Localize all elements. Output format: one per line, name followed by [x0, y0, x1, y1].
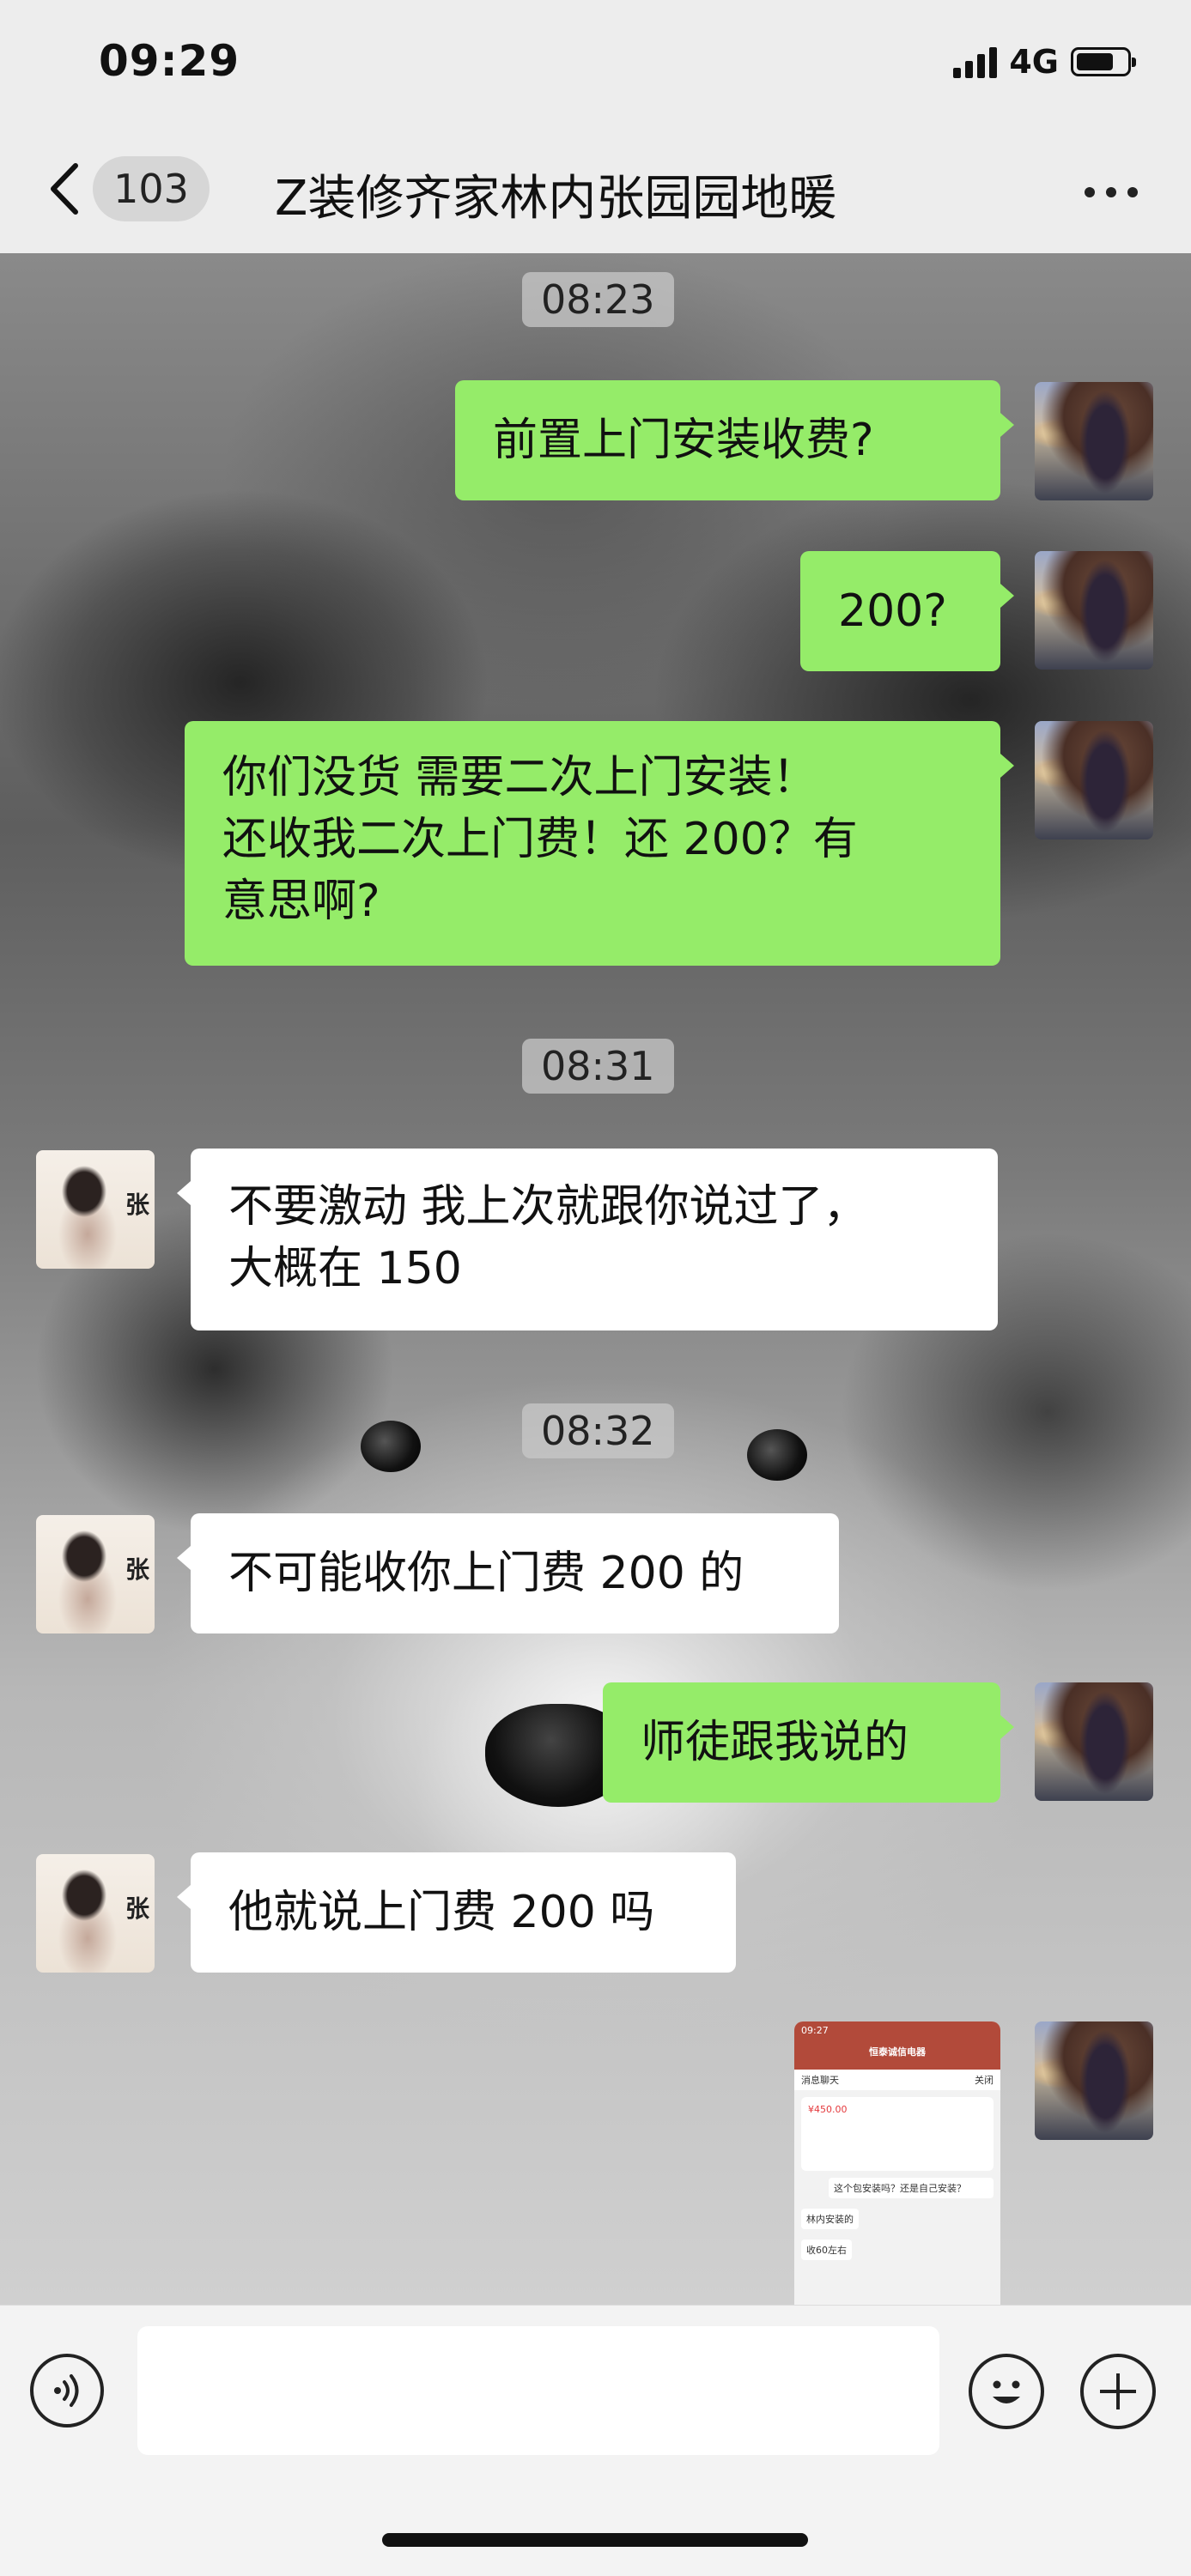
thumb-title: 恒泰诚信电器 — [869, 2046, 926, 2058]
thumb-right-label: 关闭 — [975, 2075, 994, 2086]
message-timestamp: 08:31 — [522, 1039, 674, 1094]
message-bubble-received[interactable]: 不要激动 我上次就跟你说过了， 大概在 150 — [177, 1149, 998, 1330]
avatar[interactable] — [1035, 382, 1153, 500]
message-bubble-received[interactable]: 他就说上门费 200 吗 — [177, 1852, 736, 1973]
chevron-left-icon[interactable] — [45, 159, 88, 219]
status-time: 09:29 — [99, 36, 240, 86]
signal-icon — [953, 45, 998, 78]
message-bubble-sent[interactable]: 200? — [800, 551, 1014, 671]
thumb-time: 09:27 — [801, 2025, 829, 2036]
avatar[interactable] — [1035, 721, 1153, 839]
avatar[interactable]: 张 — [36, 1150, 155, 1269]
thumb-tabs: 消息聊天 关闭 — [794, 2070, 1000, 2090]
message-text-line: 你们没货 需要二次上门安装！ — [222, 752, 817, 803]
message-timestamp: 08:23 — [522, 272, 674, 327]
voice-icon[interactable] — [30, 2354, 104, 2428]
emoji-icon[interactable] — [969, 2354, 1044, 2429]
message-text-line: 意思啊? — [222, 876, 380, 927]
battery-icon — [1071, 47, 1136, 76]
status-indicators: 4G — [953, 43, 1136, 81]
avatar[interactable] — [1035, 1682, 1153, 1801]
avatar[interactable]: 张 — [36, 1515, 155, 1633]
message-text-line: 不要激动 我上次就跟你说过了， — [228, 1181, 868, 1233]
avatar[interactable]: 张 — [36, 1854, 155, 1973]
chat-title: Z装修齐家林内张园园地暖 — [275, 171, 837, 227]
message-text: 师徒跟我说的 — [641, 1717, 909, 1768]
message-bubble-sent[interactable]: 师徒跟我说的 — [603, 1682, 1014, 1803]
avatar[interactable] — [1035, 2021, 1153, 2140]
thumb-reply: 林内安装的 — [801, 2209, 859, 2229]
message-text: 不可能收你上门费 200 的 — [228, 1548, 744, 1599]
home-indicator — [382, 2533, 808, 2547]
message-text: 200? — [838, 585, 947, 637]
message-text: 前置上门安装收费? — [493, 415, 874, 466]
thumb-header: 09:27 恒泰诚信电器 — [794, 2021, 1000, 2070]
thumb-product-card: ¥450.00 — [801, 2097, 994, 2171]
message-bubble-received[interactable]: 不可能收你上门费 200 的 — [177, 1513, 839, 1633]
thumb-left-label: 消息聊天 — [801, 2075, 839, 2086]
message-text: 他就说上门费 200 吗 — [228, 1887, 655, 1938]
avatar-char: 张 — [125, 1894, 150, 1923]
wallpaper-dog-eye-left — [361, 1421, 421, 1472]
avatar[interactable] — [1035, 551, 1153, 670]
avatar-char: 张 — [125, 1191, 150, 1219]
avatar-char: 张 — [125, 1555, 150, 1584]
status-bar: 09:29 4G — [0, 0, 1191, 129]
message-text-line: 还收我二次上门费！还 200？有 — [222, 814, 858, 865]
thumb-price: ¥450.00 — [808, 2104, 848, 2115]
message-bubble-sent[interactable]: 前置上门安装收费? — [455, 380, 1014, 500]
wallpaper-dog-eye-right — [747, 1429, 807, 1481]
message-bubble-sent[interactable]: 你们没货 需要二次上门安装！ 还收我二次上门费！还 200？有 意思啊? — [185, 721, 1014, 966]
chat-header: 103 Z装修齐家林内张园园地暖 — [0, 129, 1191, 253]
message-text-line: 大概在 150 — [228, 1243, 462, 1294]
shared-image-message[interactable]: 09:27 恒泰诚信电器 消息聊天 关闭 ¥450.00 这个包安装吗？还是自己… — [794, 2021, 1000, 2305]
network-label: 4G — [1009, 43, 1059, 81]
plus-icon[interactable] — [1080, 2354, 1156, 2429]
message-timestamp: 08:32 — [522, 1403, 674, 1458]
unread-count-badge[interactable]: 103 — [93, 156, 210, 221]
more-dots-icon[interactable] — [1085, 187, 1138, 197]
message-input[interactable] — [137, 2326, 939, 2455]
thumb-reply: 收60左右 — [801, 2240, 852, 2260]
thumb-question: 这个包安装吗？还是自己安装？ — [829, 2178, 994, 2198]
